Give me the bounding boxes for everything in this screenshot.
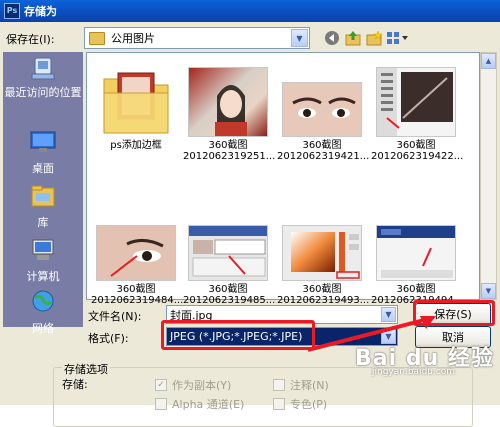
watermark-url: jingyan.baidu.com xyxy=(372,367,456,377)
